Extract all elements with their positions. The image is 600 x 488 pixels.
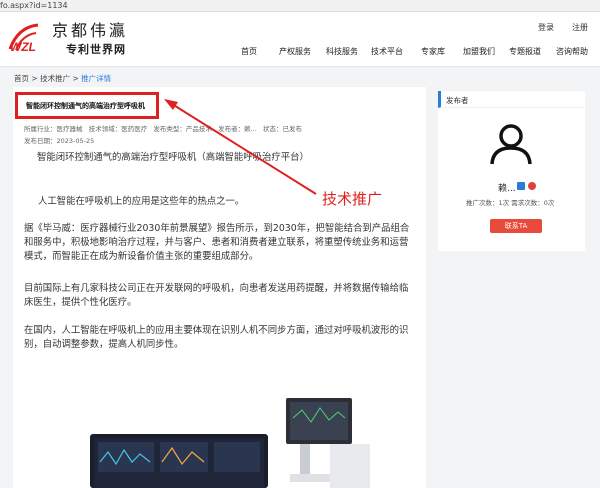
meta-field: 技术领域：医药医疗 [88, 125, 148, 133]
nav-help[interactable]: 咨询帮助 [556, 46, 588, 57]
url-text: fo.aspx?id=1134 [0, 1, 68, 10]
article-subtitle: 智能闭环控制通气的高端治疗型呼吸机（高端智能呼吸治疗平台） [37, 152, 309, 163]
breadcrumb-home[interactable]: 首页 [14, 74, 29, 83]
nav-special-reports[interactable]: 专题报道 [509, 46, 541, 57]
certified-badge-icon [528, 182, 536, 190]
contact-button[interactable]: 联系TA [490, 219, 542, 233]
article-paragraph: 据《毕马威：医疗器械行业2030年前景展望》报告所示，到2030年，把智能结合到… [24, 223, 410, 262]
nav-ip-services[interactable]: 产权服务 [279, 46, 311, 57]
wzl-logo-icon: WZL [8, 23, 39, 53]
nav-join-us[interactable]: 加盟我们 [463, 46, 495, 57]
nav-experts[interactable]: 专家库 [421, 46, 445, 57]
browser-url-bar[interactable]: fo.aspx?id=1134 [0, 0, 600, 12]
login-link[interactable]: 登录 [538, 22, 554, 33]
nav-tech-services[interactable]: 科技服务 [326, 46, 358, 57]
meta-type: 发布类型：产品技术 [153, 125, 212, 133]
meta-publisher: 发布者：赖... [218, 125, 257, 133]
article-paragraph: 目前国际上有几家科技公司正在开发联网的呼吸机，向患者发送用药提醒，并将数据传输给… [24, 283, 409, 308]
user-avatar-icon [490, 124, 532, 165]
article-date: 发布日期：2023-05-25 [24, 137, 95, 145]
article-title: 智能闭环控制通气的高端治疗型呼吸机 [26, 102, 145, 110]
breadcrumb-section[interactable]: 技术推广 [40, 74, 70, 83]
article-paragraph: 在国内，人工智能在呼吸机上的应用主要体现在识别人机不同步方面，通过对呼吸机波形的… [24, 325, 409, 350]
meta-status: 状态：已发布 [263, 125, 303, 133]
publisher-card-header: 发布者 [438, 91, 585, 108]
logo-letters: WZL [10, 40, 36, 53]
publisher-stats: 推广次数：1次 需求次数：0次 [466, 199, 555, 207]
publisher-header-label: 发布者 [446, 96, 469, 105]
verified-badge-icon [517, 182, 525, 190]
ventilator-product-image [90, 398, 370, 488]
title-highlight-box: 智能闭环控制通气的高端治疗型呼吸机 [15, 92, 159, 119]
meta-industry: 所属行业：医疗器械 [24, 125, 83, 133]
breadcrumb: 首页 > 技术推广 > 推广详情 [14, 73, 111, 84]
annotation-label: 技术推广 [322, 190, 383, 208]
site-name-cn: 京都伟瀛 [52, 21, 129, 40]
site-logo[interactable]: WZL 京都伟瀛 专利世界网 [8, 15, 133, 59]
register-link[interactable]: 注册 [572, 22, 588, 33]
article-meta: 所属行业：医疗器械 技术领域：医药医疗 发布类型：产品技术 发布者：赖... 状… [24, 123, 302, 133]
nav-tech-platform[interactable]: 技术平台 [371, 46, 403, 57]
breadcrumb-sep: > [72, 74, 79, 83]
breadcrumb-sep: > [31, 74, 38, 83]
site-subtitle: 专利世界网 [66, 43, 126, 56]
publisher-name: 赖... [498, 184, 516, 194]
breadcrumb-current: 推广详情 [81, 74, 112, 83]
nav-home[interactable]: 首页 [241, 46, 257, 57]
